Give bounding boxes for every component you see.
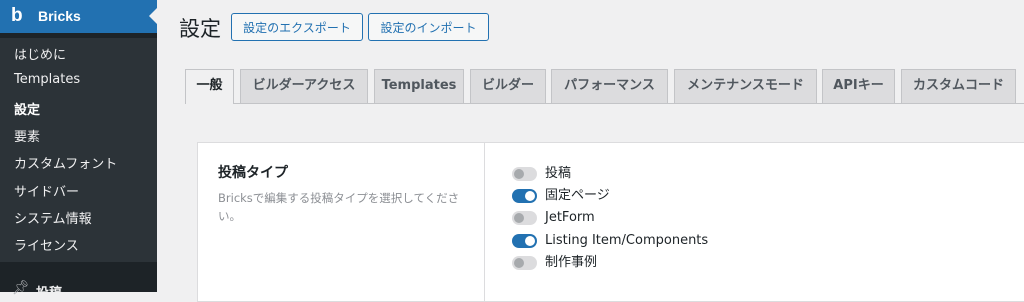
post-type-label: 制作事例 [545, 255, 598, 270]
post-types-title: 投稿タイプ [218, 165, 288, 181]
sidebar-item-label: Bricks [38, 8, 81, 24]
tab-templates[interactable]: Templates [374, 69, 464, 103]
tab-baseline [185, 103, 1024, 104]
export-settings-button[interactable]: 設定のエクスポート [231, 13, 363, 41]
tab-maintenance[interactable]: メンテナンスモード [674, 69, 817, 103]
bricks-logo-icon: b [11, 5, 23, 26]
toggle-switch[interactable] [512, 256, 537, 270]
post-type-label: JetForm [545, 210, 595, 225]
pin-icon: 📌︎ [12, 280, 30, 296]
submenu-item-templates[interactable]: Templates [14, 72, 80, 87]
import-settings-button[interactable]: 設定のインポート [368, 13, 489, 41]
post-type-label: 投稿 [545, 166, 572, 181]
bricks-submenu: はじめに Templates 設定 要素 カスタムフォント サイドバー システム… [0, 38, 157, 262]
submenu-item-elements[interactable]: 要素 [14, 126, 40, 145]
tab-builder-access[interactable]: ビルダーアクセス [240, 69, 368, 103]
toggle-switch[interactable] [512, 211, 537, 225]
admin-sidebar: b Bricks はじめに Templates 設定 要素 カスタムフォント サ… [0, 0, 157, 301]
setting-label-column: 投稿タイプ Bricksで編集する投稿タイプを選択してください。 [198, 143, 485, 301]
submenu-item-sidebars[interactable]: サイドバー [14, 181, 79, 200]
tab-builder[interactable]: ビルダー [470, 69, 546, 103]
toggle-switch[interactable] [512, 167, 537, 181]
post-types-setting-card: 投稿タイプ Bricksで編集する投稿タイプを選択してください。 投稿 固定ペー… [197, 142, 1024, 302]
submenu-item-getting-started[interactable]: はじめに [14, 44, 66, 63]
submenu-item-system-info[interactable]: システム情報 [14, 208, 92, 227]
toggle-switch[interactable] [512, 189, 537, 203]
tab-api-keys[interactable]: APIキー [822, 69, 895, 103]
sidebar-item-posts[interactable]: 📌︎ 投稿 [0, 262, 157, 301]
post-types-description: Bricksで編集する投稿タイプを選択してください。 [218, 191, 460, 223]
page-title: 設定 [179, 17, 221, 41]
tab-performance[interactable]: パフォーマンス [551, 69, 668, 103]
sidebar-item-bricks[interactable]: b Bricks [0, 0, 157, 33]
tab-custom-code[interactable]: カスタムコード [901, 69, 1016, 103]
submenu-item-custom-fonts[interactable]: カスタムフォント [14, 153, 117, 172]
toggle-switch[interactable] [512, 234, 537, 248]
post-type-label: Listing Item/Components [545, 233, 709, 248]
current-menu-arrow-icon [149, 8, 157, 24]
post-type-label: 固定ページ [545, 188, 610, 203]
submenu-item-settings[interactable]: 設定 [14, 99, 40, 118]
tab-general[interactable]: 一般 [185, 69, 234, 104]
submenu-item-license[interactable]: ライセンス [14, 235, 79, 254]
